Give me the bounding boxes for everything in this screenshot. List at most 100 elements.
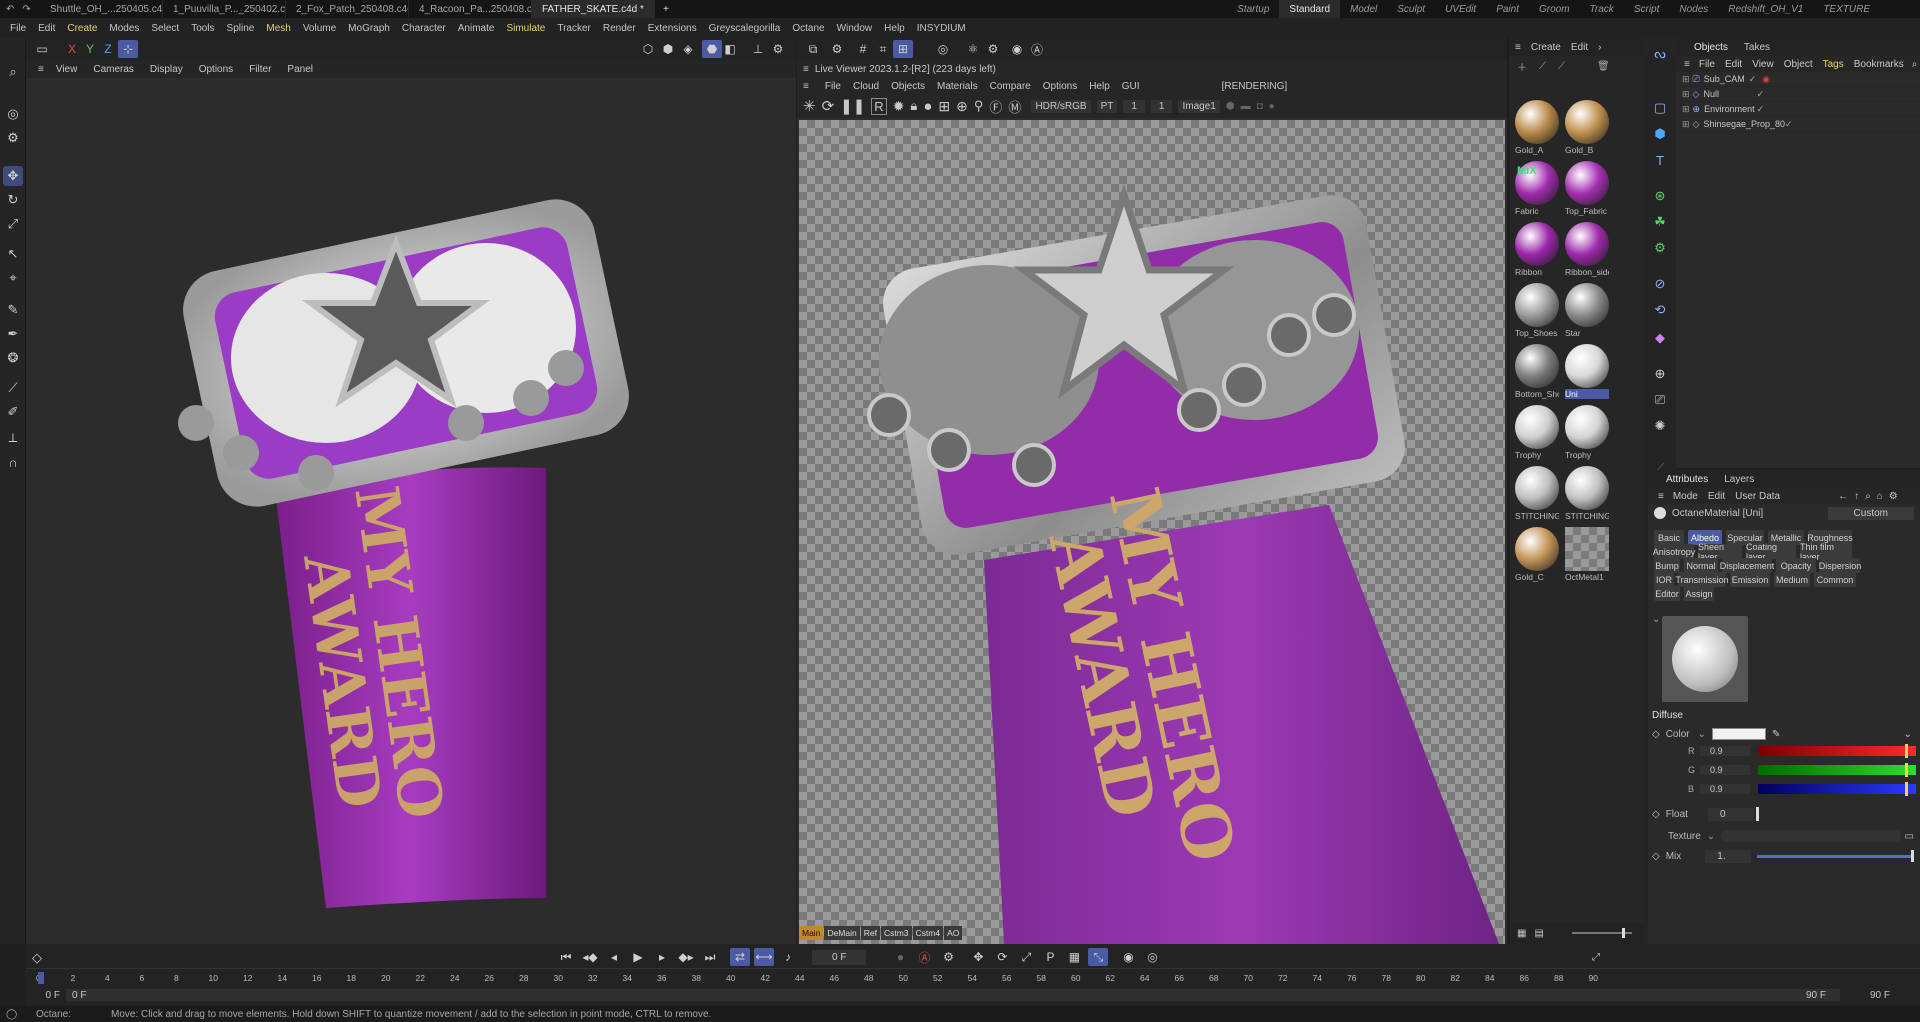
magnet-icon[interactable]: ∩: [3, 452, 23, 472]
loop-icon[interactable]: ⇄: [730, 948, 750, 966]
pass-tab-main[interactable]: Main: [799, 926, 824, 940]
material-swatch[interactable]: Gold_A: [1515, 100, 1559, 158]
send-scene-icon[interactable]: ✳: [803, 97, 816, 115]
channel-r-slider[interactable]: [1758, 744, 1916, 758]
pass-tab-demain[interactable]: DeMain: [824, 926, 860, 940]
film-icon[interactable]: ▬: [1241, 101, 1251, 112]
kernel-select[interactable]: PT: [1096, 99, 1118, 113]
layout-tab-model[interactable]: Model: [1340, 0, 1387, 18]
menu-create[interactable]: Create: [61, 18, 103, 38]
key-rot-icon[interactable]: ⟳: [992, 948, 1012, 966]
viewport-menu-display[interactable]: Display: [142, 64, 191, 75]
tweak-icon[interactable]: ⚙: [3, 128, 23, 148]
obj-menu-file[interactable]: File: [1694, 59, 1720, 70]
range-end-field[interactable]: 90 F: [1806, 990, 1840, 1001]
channel-r-field[interactable]: 0.9: [1700, 746, 1750, 756]
preset-select[interactable]: Custom: [1827, 506, 1914, 520]
hamburger-icon[interactable]: ≡: [34, 64, 48, 75]
go-start-icon[interactable]: ⏮: [556, 948, 576, 966]
visibility-icon[interactable]: ✓: [1749, 74, 1757, 85]
axis-z-button[interactable]: Z: [98, 40, 118, 58]
axis-mode-icon[interactable]: ⊥: [748, 40, 768, 58]
render-settings-icon[interactable]: Ⓐ: [1027, 40, 1047, 58]
channel-dispersion[interactable]: Dispersion: [1819, 558, 1861, 573]
edge-mode-icon[interactable]: ⬢: [658, 40, 678, 58]
document-tab[interactable]: FATHER_SKATE.c4d *: [532, 0, 655, 18]
grid-view-icon[interactable]: ▦: [1517, 928, 1526, 939]
menu-simulate[interactable]: Simulate: [500, 18, 551, 38]
channel-coating-layer[interactable]: Coating layer: [1746, 542, 1796, 562]
menu-animate[interactable]: Animate: [452, 18, 501, 38]
object-row[interactable]: ⊞ ⊕ Environment ✓: [1676, 102, 1920, 117]
float-keyframe-icon[interactable]: ◇: [1652, 809, 1660, 820]
layout-tab-redshift-oh-v1[interactable]: Redshift_OH_V1: [1718, 0, 1813, 18]
menu-tools[interactable]: Tools: [185, 18, 220, 38]
point-mode-icon[interactable]: ◈: [678, 40, 698, 58]
color-swatch[interactable]: [1712, 728, 1766, 740]
cube-icon[interactable]: ⬢: [1650, 124, 1670, 144]
poly-mode-icon[interactable]: ⬡: [638, 40, 658, 58]
expand-icon[interactable]: ⊞: [1682, 104, 1690, 115]
light-icon[interactable]: ✺: [1650, 416, 1670, 436]
material-swatch[interactable]: Gold_C: [1515, 527, 1559, 585]
range-start-field[interactable]: 0 F: [72, 990, 86, 1001]
lock-icon[interactable]: 🔒︎: [910, 98, 917, 114]
texture-slot[interactable]: [1721, 830, 1901, 842]
expand-icon[interactable]: ⊞: [1682, 74, 1690, 85]
menu-greyscalegorilla[interactable]: Greyscalegorilla: [703, 18, 787, 38]
material-swatch[interactable]: Star: [1565, 283, 1609, 341]
add-icon[interactable]: ⊞: [938, 98, 950, 115]
document-tab[interactable]: 2_Fox_Patch_250408.c4d *: [286, 0, 409, 18]
key-param-icon[interactable]: P: [1040, 948, 1060, 966]
measure-icon[interactable]: ⟂: [3, 428, 23, 448]
key-scale-icon[interactable]: ⤢: [1016, 948, 1036, 966]
zoom-slider[interactable]: [1571, 928, 1632, 938]
viewport-menu-filter[interactable]: Filter: [241, 64, 279, 75]
expand-icon[interactable]: ⊞: [1682, 89, 1690, 100]
up-arrow-icon[interactable]: ↑: [1851, 491, 1862, 502]
mat-menu-edit[interactable]: Edit: [1571, 42, 1588, 53]
menu-help[interactable]: Help: [878, 18, 911, 38]
snap-icon[interactable]: ⌖: [3, 268, 23, 288]
menu-mesh[interactable]: Mesh: [260, 18, 296, 38]
back-arrow-icon[interactable]: ←: [1835, 491, 1851, 502]
document-tab[interactable]: 1_Puuvilla_P..._250402.c4d *: [163, 0, 286, 18]
visibility-icon[interactable]: ✓: [1756, 104, 1764, 115]
layout-tab-paint[interactable]: Paint: [1486, 0, 1529, 18]
float-slider-handle[interactable]: [1755, 807, 1759, 821]
material-swatch[interactable]: Ribbon_side: [1565, 222, 1609, 280]
channel-g-slider[interactable]: [1758, 763, 1916, 777]
object-row[interactable]: ⊞ ⎚ Sub_CAM ✓ ◉: [1676, 72, 1920, 87]
viewport-menu-cameras[interactable]: Cameras: [85, 64, 142, 75]
material-swatch[interactable]: Uni: [1565, 344, 1609, 402]
attr-settings-icon[interactable]: ⚙: [1886, 491, 1901, 502]
color-keyframe-icon[interactable]: ◇: [1652, 729, 1660, 740]
list-view-icon[interactable]: ▤: [1534, 928, 1543, 939]
texture-mode-icon[interactable]: ◧: [720, 40, 740, 58]
axis-y-button[interactable]: Y: [80, 40, 100, 58]
cloner-icon[interactable]: ☘: [1650, 212, 1670, 232]
float-field[interactable]: 0: [1707, 807, 1754, 821]
viewport-menu-view[interactable]: View: [48, 64, 86, 75]
material-swatch[interactable]: Ribbon: [1515, 222, 1559, 280]
tab-attributes[interactable]: Attributes: [1658, 474, 1716, 485]
lv-menu-gui[interactable]: GUI: [1116, 81, 1146, 92]
material-swatch[interactable]: OctMetal1: [1565, 527, 1609, 585]
menu-octane[interactable]: Octane: [786, 18, 830, 38]
axis-x-button[interactable]: X: [62, 40, 82, 58]
channel-sheen-layer[interactable]: Sheen layer: [1698, 542, 1742, 562]
channel-editor[interactable]: Editor: [1654, 586, 1680, 601]
scale-tool-icon[interactable]: ⤢: [3, 214, 23, 234]
next-key-icon[interactable]: ◆▸: [676, 948, 696, 966]
mode-m-icon[interactable]: Ⓜ: [1008, 97, 1021, 116]
channel-ior[interactable]: IOR: [1654, 572, 1674, 587]
playhead[interactable]: [38, 972, 44, 984]
volume-icon[interactable]: ◆: [1650, 328, 1670, 348]
channel-anisotropy[interactable]: Anisotropy: [1653, 544, 1695, 559]
camera-icon[interactable]: ⎚: [1650, 390, 1670, 410]
menu-file[interactable]: File: [4, 18, 32, 38]
range-slider[interactable]: 0 F 90 F: [66, 989, 1840, 1001]
obj-menu-bookmarks[interactable]: Bookmarks: [1849, 59, 1909, 70]
lv-menu-materials[interactable]: Materials: [931, 81, 984, 92]
snap-grid-icon[interactable]: ⌗: [873, 40, 893, 58]
